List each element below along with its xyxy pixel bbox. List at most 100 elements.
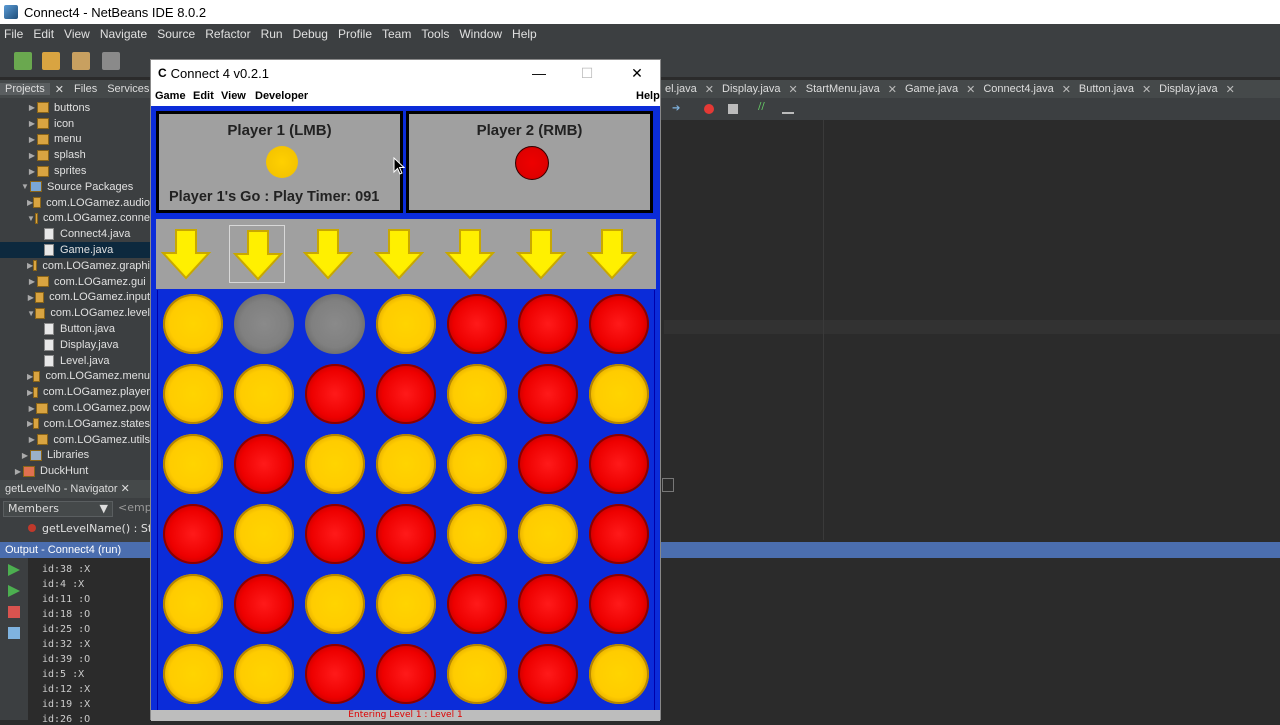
board-cell[interactable]: [513, 360, 584, 430]
tree-item[interactable]: ▶ menu: [0, 132, 150, 148]
editor-tab[interactable]: Game.java: [900, 83, 963, 95]
board-cell[interactable]: [158, 500, 229, 570]
menu-file[interactable]: File: [0, 27, 28, 41]
tree-item[interactable]: ▶ com.LOGamez.graphi: [0, 258, 150, 274]
close-icon[interactable]: ✕: [786, 83, 801, 96]
board-cell[interactable]: [513, 570, 584, 640]
menu-tools[interactable]: Tools: [416, 27, 454, 41]
drop-column-button[interactable]: [371, 225, 427, 283]
close-icon[interactable]: ✕: [121, 483, 130, 495]
menu-debug[interactable]: Debug: [288, 27, 333, 41]
board-cell[interactable]: [371, 360, 442, 430]
chevron-right-icon[interactable]: ▶: [27, 293, 35, 302]
board-cell[interactable]: [442, 430, 513, 500]
chevron-right-icon[interactable]: ▶: [13, 467, 23, 476]
menu-profile[interactable]: Profile: [333, 27, 377, 41]
board-cell[interactable]: [584, 430, 655, 500]
menu-window[interactable]: Window: [454, 27, 507, 41]
board-cell[interactable]: [300, 500, 371, 570]
board-cell[interactable]: [371, 570, 442, 640]
tree-item[interactable]: ▶ buttons: [0, 100, 150, 116]
tree-item[interactable]: Button.java: [0, 321, 150, 337]
board-cell[interactable]: [513, 290, 584, 360]
board-cell[interactable]: [300, 570, 371, 640]
board-cell[interactable]: [229, 570, 300, 640]
tab-services[interactable]: Services: [102, 83, 154, 95]
board-cell[interactable]: [442, 640, 513, 710]
tree-item[interactable]: ▶ com.LOGamez.input: [0, 290, 150, 306]
close-icon[interactable]: ✕: [50, 83, 69, 96]
close-icon[interactable]: ✕: [1139, 83, 1154, 96]
developer-menu[interactable]: Developer: [255, 90, 308, 102]
chevron-right-icon[interactable]: ▶: [27, 277, 37, 286]
chevron-right-icon[interactable]: ▶: [27, 404, 36, 413]
close-button[interactable]: ✕: [617, 63, 657, 83]
board-cell[interactable]: [371, 500, 442, 570]
close-icon[interactable]: ✕: [885, 83, 900, 96]
tree-item[interactable]: ▶ com.LOGamez.player: [0, 384, 150, 400]
chevron-right-icon[interactable]: ▶: [27, 119, 37, 128]
chevron-right-icon[interactable]: ▶: [27, 167, 37, 176]
new-project-icon[interactable]: [42, 52, 60, 70]
tab-files[interactable]: Files: [69, 83, 102, 95]
board-cell[interactable]: [229, 430, 300, 500]
drop-column-button[interactable]: [300, 225, 356, 283]
menu-navigate[interactable]: Navigate: [95, 27, 152, 41]
menu-edit[interactable]: Edit: [28, 27, 59, 41]
comment-icon[interactable]: //: [758, 101, 765, 112]
tab-projects[interactable]: Projects: [0, 83, 50, 95]
board-cell[interactable]: [229, 290, 300, 360]
tree-item[interactable]: ▼ Source Packages: [0, 179, 150, 195]
board-cell[interactable]: [584, 640, 655, 710]
tree-item[interactable]: ▼ com.LOGamez.level: [0, 305, 150, 321]
drop-column-button[interactable]: [513, 225, 569, 283]
tree-item[interactable]: ▶ splash: [0, 147, 150, 163]
drop-column-button[interactable]: [158, 225, 214, 283]
editor-tab[interactable]: StartMenu.java: [801, 83, 885, 95]
new-file-icon[interactable]: [14, 52, 32, 70]
game-board[interactable]: [157, 290, 655, 721]
board-cell[interactable]: [442, 500, 513, 570]
menu-team[interactable]: Team: [377, 27, 416, 41]
board-cell[interactable]: [371, 290, 442, 360]
chevron-right-icon[interactable]: ▶: [27, 103, 37, 112]
board-cell[interactable]: [229, 360, 300, 430]
board-cell[interactable]: [513, 640, 584, 710]
chevron-down-icon[interactable]: ▼: [20, 182, 30, 191]
board-cell[interactable]: [158, 640, 229, 710]
editor-tab[interactable]: Connect4.java: [978, 83, 1058, 95]
edit-menu[interactable]: Edit: [193, 90, 214, 102]
members-dropdown[interactable]: Members ▼: [3, 501, 113, 517]
tree-item[interactable]: ▶ com.LOGamez.menu: [0, 369, 150, 385]
tree-item[interactable]: ▶ Libraries: [0, 448, 150, 464]
tree-item[interactable]: ▶ DuckHunt: [0, 463, 150, 479]
close-icon[interactable]: ✕: [1059, 83, 1074, 96]
drop-column-button[interactable]: [229, 225, 285, 283]
menu-help[interactable]: Help: [507, 27, 542, 41]
view-menu[interactable]: View: [221, 90, 246, 102]
board-cell[interactable]: [158, 360, 229, 430]
tree-item[interactable]: Game.java: [0, 242, 150, 258]
scroll-handle[interactable]: [662, 478, 674, 492]
tree-item[interactable]: ▶ com.LOGamez.audio: [0, 195, 150, 211]
editor-tab[interactable]: el.java: [660, 83, 702, 95]
board-cell[interactable]: [584, 500, 655, 570]
board-cell[interactable]: [584, 570, 655, 640]
board-cell[interactable]: [513, 500, 584, 570]
board-cell[interactable]: [300, 640, 371, 710]
menu-refactor[interactable]: Refactor: [200, 27, 255, 41]
board-cell[interactable]: [584, 360, 655, 430]
stop-macro-icon[interactable]: [728, 104, 738, 114]
board-cell[interactable]: [158, 570, 229, 640]
chevron-down-icon[interactable]: ▼: [27, 214, 35, 223]
arrow-right-icon[interactable]: ➔: [672, 103, 680, 114]
record-icon[interactable]: [704, 104, 714, 114]
board-cell[interactable]: [158, 290, 229, 360]
tree-item[interactable]: ▶ icon: [0, 116, 150, 132]
tree-item[interactable]: Display.java: [0, 337, 150, 353]
menu-view[interactable]: View: [59, 27, 95, 41]
save-all-icon[interactable]: [102, 52, 120, 70]
board-cell[interactable]: [371, 430, 442, 500]
rerun-with-params-icon[interactable]: [8, 585, 20, 597]
maximize-button[interactable]: ☐: [567, 63, 607, 83]
